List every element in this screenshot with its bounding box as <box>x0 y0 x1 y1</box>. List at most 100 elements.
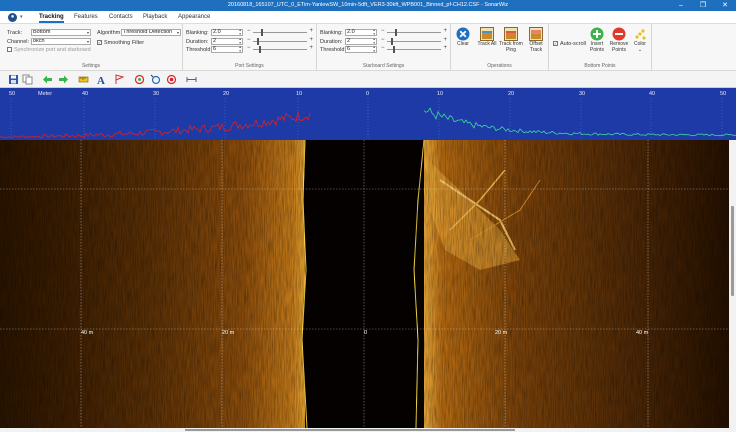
color-button[interactable]: Color ⌄ <box>631 27 649 53</box>
chevron-down-icon: ▾ <box>86 30 89 35</box>
algorithm-select[interactable]: Threshold Detection ▾ <box>121 29 181 36</box>
port-threshold-slider[interactable]: − + <box>247 45 313 53</box>
port-threshold-label: Threshold: <box>186 47 212 53</box>
app-logo-icon[interactable]: ● <box>8 13 17 22</box>
operations-group-label: Operations <box>487 63 512 69</box>
track-all-icon <box>480 27 494 41</box>
port-settings-group: Blanking: 2.0 ▴ ▾ Duration: 2 ▴ ▾ Threshold:… <box>183 24 317 71</box>
port-threshold-input[interactable]: 6 ▴ ▾ <box>211 45 243 53</box>
algorithm-label: Algorithm <box>97 30 121 36</box>
remove-points-button[interactable]: Remove Points <box>608 27 630 53</box>
tab-appearance[interactable]: Appearance <box>178 14 210 20</box>
chevron-down-icon: ▾ <box>86 39 89 44</box>
sonar-texture <box>0 140 729 428</box>
profile-scale-label: 10 <box>296 91 302 97</box>
arrow-right-icon[interactable] <box>58 74 69 85</box>
plus-circle-icon <box>590 27 604 41</box>
title-bar: 20160818_165107_UTC_0_ETim-YanlewSW_10mi… <box>0 0 736 11</box>
profile-scale-label: 20 <box>508 91 514 97</box>
profile-scale-label: 50 <box>9 91 15 97</box>
tab-features[interactable]: Features <box>74 14 98 20</box>
profile-scale-label: 40 <box>82 91 88 97</box>
text-icon[interactable]: A <box>96 74 107 85</box>
track-all-button[interactable]: Track All <box>476 27 498 48</box>
tab-contacts[interactable]: Contacts <box>109 14 133 20</box>
range-label: 40 m <box>636 330 649 336</box>
profile-scale-label: 20 <box>223 91 229 97</box>
settings-group: Track: Bottom ▾ Channel: 8kch ▾ Synchroniz… <box>0 24 183 71</box>
settings-group-label: Settings <box>81 63 101 69</box>
tab-playback[interactable]: Playback <box>143 14 167 20</box>
stbd-threshold-slider[interactable]: − + <box>381 45 447 53</box>
clear-icon <box>456 27 470 41</box>
stbd-threshold-input[interactable]: 6 ▴ ▾ <box>345 45 377 53</box>
flag-icon[interactable] <box>114 74 125 85</box>
tab-tracking[interactable]: Tracking <box>39 14 64 23</box>
track-label: Track: <box>7 30 23 36</box>
target-icon[interactable] <box>134 74 145 85</box>
channel-select[interactable]: 8kch ▾ <box>31 38 91 45</box>
horizontal-scrollbar[interactable] <box>0 428 736 432</box>
stbd-blanking-label: Blanking: <box>320 30 343 36</box>
range-label: 0 <box>364 330 367 336</box>
minimize-button[interactable]: – <box>670 0 692 11</box>
smoothing-checkbox[interactable]: ✓ Smoothing Filter <box>97 40 144 46</box>
sonar-svg: 40 m 20 m 0 20 m 40 m <box>0 140 729 428</box>
profile-scale-label: 40 <box>649 91 655 97</box>
vertical-scrollbar[interactable] <box>729 140 736 428</box>
channel-label: Channel: <box>7 39 30 45</box>
insert-points-button[interactable]: Insert Points <box>587 27 607 53</box>
chevron-down-icon: ⌄ <box>637 46 643 53</box>
sync-checkbox[interactable]: Synchronize port and starboard <box>7 47 91 53</box>
amplitude-profile-view[interactable]: 50 Meter 40 30 20 10 0 10 20 30 40 50 <box>0 88 736 140</box>
profile-scale-label: 50 <box>720 91 726 97</box>
stbd-blanking-slider[interactable]: − + <box>381 28 447 36</box>
port-group-label: Port Settings <box>235 63 264 69</box>
profile-scale-label: 30 <box>153 91 159 97</box>
stbd-group-label: Starboard Settings <box>362 63 405 69</box>
chevron-down-icon[interactable]: ▾ <box>20 14 23 20</box>
target-add-icon[interactable] <box>150 74 161 85</box>
track-from-ping-button[interactable]: Track from Ping <box>499 27 523 53</box>
measure-icon[interactable] <box>78 74 89 85</box>
range-label: 40 m <box>81 330 94 336</box>
port-duration-input[interactable]: 2 ▴ ▾ <box>211 37 243 45</box>
ribbon-tabs: ● ▾ Tracking Features Contacts Playback … <box>0 11 736 24</box>
chevron-down-icon: ▾ <box>176 30 179 35</box>
profile-scale-label: 30 <box>579 91 585 97</box>
copy-icon[interactable] <box>22 74 33 85</box>
stbd-duration-input[interactable]: 2 ▴ ▾ <box>345 37 377 45</box>
offset-track-button[interactable]: Offset Track <box>525 27 547 53</box>
close-button[interactable]: ✕ <box>714 0 736 11</box>
arrow-left-icon[interactable] <box>42 74 53 85</box>
port-duration-slider[interactable]: − + <box>247 37 313 45</box>
stbd-blanking-input[interactable]: 2.0 ▴ ▾ <box>345 28 377 36</box>
window-title: 20160818_165107_UTC_0_ETim-YanlewSW_10mi… <box>227 2 509 8</box>
track-from-ping-icon <box>504 27 518 41</box>
svg-text:A: A <box>97 75 105 85</box>
starboard-settings-group: Blanking: 2.0 ▴ ▾ Duration: 2 ▴ ▾ Threshold:… <box>317 24 451 71</box>
minus-circle-icon <box>612 27 626 41</box>
ruler-icon[interactable] <box>186 74 197 85</box>
sidescan-sonar-view[interactable]: 40 m 20 m 0 20 m 40 m <box>0 140 729 428</box>
save-icon[interactable] <box>8 74 19 85</box>
profile-scale-label: 10 <box>437 91 443 97</box>
stbd-duration-slider[interactable]: − + <box>381 37 447 45</box>
scrollbar-thumb[interactable] <box>731 206 734 296</box>
auto-scroll-checkbox[interactable]: ✓ Auto-scroll <box>553 41 586 47</box>
scrollbar-thumb[interactable] <box>185 429 515 431</box>
profile-scale: 50 Meter 40 30 20 10 0 10 20 30 40 50 <box>9 91 726 97</box>
port-blanking-input[interactable]: 2.0 ▴ ▾ <box>211 28 243 36</box>
port-blanking-slider[interactable]: − + <box>247 28 313 36</box>
clear-button[interactable]: Clear <box>454 27 472 48</box>
ribbon-panel: Track: Bottom ▾ Channel: 8kch ▾ Synchroniz… <box>0 24 736 71</box>
port-amplitude-trace <box>0 111 311 139</box>
stbd-threshold-label: Threshold: <box>320 47 346 53</box>
range-label: 20 m <box>495 330 508 336</box>
track-select[interactable]: Bottom ▾ <box>31 29 91 36</box>
target-remove-icon[interactable] <box>166 74 177 85</box>
profile-scale-label: 0 <box>366 91 369 97</box>
bottom-points-group: ✓ Auto-scroll Insert Points Remove Points… <box>549 24 652 71</box>
bottom-points-group-label: Bottom Points <box>584 63 616 69</box>
maximize-button[interactable]: ❐ <box>692 0 714 11</box>
